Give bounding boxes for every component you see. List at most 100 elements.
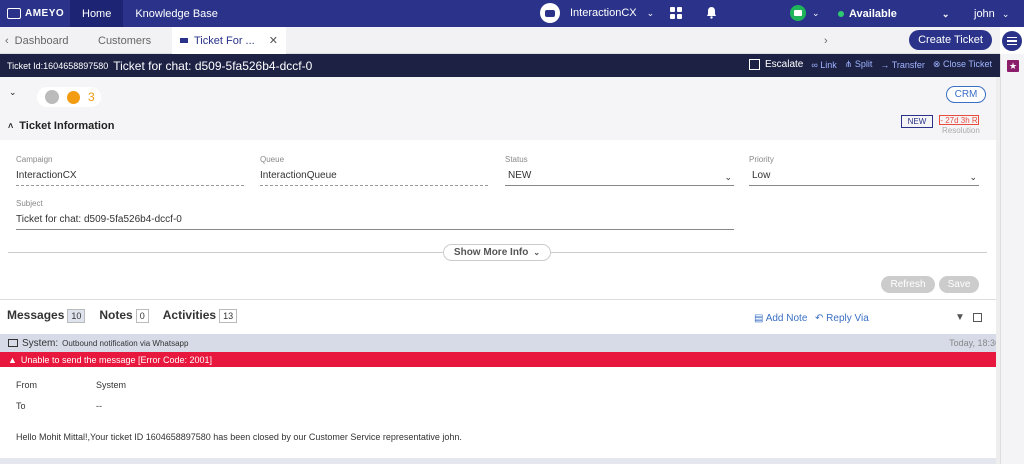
chevron-up-icon: ˄ <box>8 120 14 131</box>
refresh-button[interactable]: Refresh <box>881 276 935 293</box>
chevron-down-icon: ⌄ <box>1001 9 1010 19</box>
subject-label: Subject <box>16 199 43 208</box>
campaign-value: InteractionCX <box>16 170 244 186</box>
sender-sub: Outbound notification via Whatsapp <box>62 338 189 348</box>
scrollbar[interactable] <box>996 77 1000 464</box>
star-icon[interactable]: ★ <box>1007 60 1019 72</box>
escalate-checkbox[interactable] <box>748 59 760 70</box>
link-label: Link <box>820 59 837 70</box>
split-button[interactable]: ⋔ Split <box>845 59 873 70</box>
participants-pill[interactable]: 3 <box>37 87 101 107</box>
status-select[interactable]: NEW <box>505 170 734 186</box>
add-note-button[interactable]: ▤ Add Note <box>754 313 807 324</box>
tab-notes[interactable]: Notes 0 <box>99 308 149 323</box>
tab-label: Ticket For ... <box>194 34 255 47</box>
note-icon: ▤ <box>754 313 764 324</box>
tab-label: Customers <box>98 34 152 47</box>
error-banner: ▲ Unable to send the message [Error Code… <box>0 352 996 367</box>
bell-icon[interactable] <box>706 6 717 19</box>
chevron-down-icon: ⌄ <box>969 172 977 182</box>
ticket-actions: Escalate ∞ Link ⋔ Split → Transfer ⊗ Clo… <box>748 59 992 70</box>
save-button[interactable]: Save <box>939 276 979 293</box>
tab-messages[interactable]: Messages 10 <box>7 308 86 323</box>
tab-label: Notes <box>99 308 133 322</box>
chevron-down-icon: ⌄ <box>646 7 655 18</box>
filter-icon[interactable]: ▼ <box>955 312 965 323</box>
tab-activities[interactable]: Activities 13 <box>163 308 238 323</box>
logo-text: AMEYO <box>25 8 65 19</box>
count-badge: 10 <box>67 309 86 323</box>
queue-label: Queue <box>260 155 285 164</box>
subject-input[interactable]: Ticket for chat: d509-5fa526b4-dccf-0 <box>16 214 734 230</box>
tab-label: Messages <box>7 308 65 322</box>
transfer-label: Transfer <box>891 59 925 70</box>
reply-via-label: Reply Via <box>826 313 869 324</box>
crm-button[interactable]: CRM <box>946 86 986 103</box>
arrow-right-icon: → <box>880 59 890 70</box>
resolution-label: Resolution <box>942 126 980 135</box>
subject-field[interactable]: Subject Ticket for chat: d509-5fa526b4-d… <box>16 199 734 230</box>
status-dot-icon <box>838 11 844 17</box>
interaction-selector[interactable]: InteractionCX ⌄ <box>540 3 654 23</box>
chevron-down-icon: ⌄ <box>812 7 820 18</box>
to-value: -- <box>96 401 102 411</box>
link-icon: ∞ <box>811 59 818 70</box>
monitor-icon <box>8 339 18 347</box>
tab-dashboard[interactable]: ‹ Dashboard <box>5 27 69 54</box>
ticket-icon <box>180 38 188 43</box>
queue-field: Queue InteractionQueue <box>260 155 488 186</box>
close-ticket-label: Close Ticket <box>942 59 992 69</box>
show-more-label: Show More Info <box>453 247 529 258</box>
user-menu[interactable]: john ⌄ <box>974 8 1009 20</box>
section-separator <box>0 299 996 300</box>
apps-grid-icon[interactable] <box>670 7 682 19</box>
sender-label: System: <box>22 337 59 349</box>
campaign-field: Campaign InteractionCX <box>16 155 244 186</box>
popout-icon[interactable] <box>973 313 982 322</box>
channel-toggle[interactable]: ⌄ <box>790 5 820 21</box>
nav-knowledge-base[interactable]: Knowledge Base <box>123 8 230 20</box>
ticket-info-title: Ticket Information <box>19 119 115 132</box>
tab-bar: ‹ Dashboard Customers Ticket For ... ✕ › <box>0 27 1000 54</box>
ticket-info-header[interactable]: ˄ Ticket Information <box>0 111 996 140</box>
search-icon[interactable] <box>45 90 59 104</box>
nav-home[interactable]: Home <box>70 0 124 27</box>
status-field[interactable]: Status NEW ⌄ <box>505 155 734 186</box>
message-time: Today, 18:36 <box>949 338 1000 348</box>
tab-ticket[interactable]: Ticket For ... ✕ <box>172 27 286 54</box>
from-label: From <box>16 380 37 390</box>
create-ticket-button[interactable]: Create Ticket <box>909 30 992 50</box>
chevron-down-icon: ⌄ <box>533 248 541 257</box>
ticket-id: Ticket Id:1604658897580 <box>7 60 109 71</box>
channel-icon <box>790 5 806 21</box>
warning-icon: ▲ <box>8 354 17 365</box>
participant-count: 3 <box>88 90 95 104</box>
show-more-info-button[interactable]: Show More Info ⌄ <box>443 244 551 261</box>
chevron-down-icon: ⌄ <box>724 172 732 182</box>
logo-icon <box>7 8 21 19</box>
tab-customers[interactable]: Customers <box>98 27 151 54</box>
ticket-title: Ticket for chat: d509-5fa526b4-dccf-0 <box>113 58 313 73</box>
priority-select[interactable]: Low <box>749 170 979 186</box>
close-icon[interactable]: ✕ <box>269 34 278 47</box>
hamburger-menu-icon[interactable] <box>1002 31 1022 51</box>
transfer-button[interactable]: → Transfer <box>880 60 925 70</box>
to-label: To <box>16 401 26 411</box>
chevron-right-icon[interactable]: › <box>824 27 828 54</box>
close-ticket-button[interactable]: ⊗ Close Ticket <box>933 59 992 70</box>
ameyo-logo: AMEYO <box>0 8 70 19</box>
count-badge: 0 <box>135 309 149 323</box>
priority-field[interactable]: Priority Low ⌄ <box>749 155 979 186</box>
message-header: System: Outbound notification via Whatsa… <box>0 334 996 352</box>
ticket-header: Ticket Id:1604658897580 Ticket for chat:… <box>0 54 1000 77</box>
collapse-chevron-icon[interactable]: ⌄ <box>9 87 17 98</box>
availability-label: Available <box>849 8 897 20</box>
conversation-tabs: Messages 10 Notes 0 Activities 13 <box>7 308 238 323</box>
link-button[interactable]: ∞ Link <box>811 60 836 70</box>
error-text: Unable to send the message [Error Code: … <box>20 354 213 365</box>
availability-selector[interactable]: Available ⌄ <box>838 8 949 20</box>
escalate-label: Escalate <box>764 59 804 70</box>
reply-via-button[interactable]: ↶ Reply Via <box>815 313 869 324</box>
split-icon: ⋔ <box>844 59 853 69</box>
escalate-toggle[interactable]: Escalate <box>748 59 804 70</box>
